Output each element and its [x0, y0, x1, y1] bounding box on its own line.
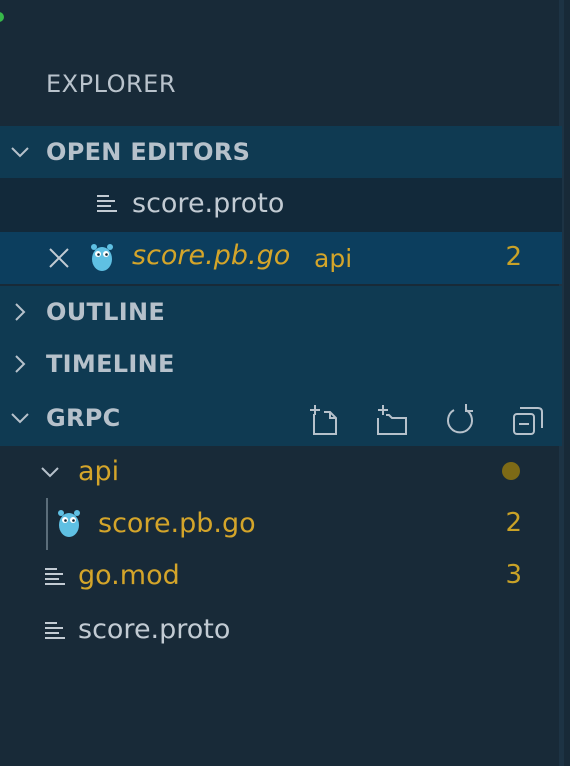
folder-name: api: [78, 456, 120, 487]
lines-icon: [44, 566, 66, 588]
status-dot: [0, 12, 4, 22]
chevron-right-icon: [10, 354, 30, 374]
file-name: score.pb.go: [132, 240, 291, 271]
open-editor-item-selected[interactable]: score.pb.go api 2: [0, 232, 562, 284]
tree-file-item[interactable]: score.proto: [0, 604, 562, 658]
section-label: GRPC: [46, 404, 121, 432]
close-icon[interactable]: [48, 247, 70, 269]
section-open-editors[interactable]: OPEN EDITORS: [0, 126, 562, 178]
section-label: TIMELINE: [46, 350, 175, 378]
problems-count: 2: [505, 508, 522, 538]
file-name: go.mod: [78, 560, 180, 591]
file-name: score.pb.go: [98, 508, 256, 539]
explorer-sidebar: EXPLORER OPEN EDITORS score.proto score.…: [0, 0, 570, 766]
chevron-down-icon: [10, 142, 30, 162]
gopher-icon: [57, 508, 81, 538]
section-label: OUTLINE: [46, 298, 166, 326]
section-label: OPEN EDITORS: [46, 138, 251, 166]
new-file-icon[interactable]: [308, 404, 340, 436]
tree-file-item[interactable]: score.pb.go 2: [0, 498, 562, 550]
file-description: api: [314, 244, 353, 273]
section-grpc[interactable]: GRPC: [0, 390, 562, 446]
chevron-right-icon: [10, 302, 30, 322]
section-outline[interactable]: OUTLINE: [0, 286, 562, 338]
gopher-icon: [90, 242, 114, 272]
refresh-icon[interactable]: [444, 404, 476, 436]
collapse-all-icon[interactable]: [512, 404, 544, 436]
problems-count: 3: [505, 560, 522, 590]
file-name: score.proto: [78, 614, 231, 645]
chevron-down-icon: [10, 408, 30, 428]
chevron-down-icon: [40, 462, 60, 482]
lines-icon: [96, 193, 118, 215]
section-timeline[interactable]: TIMELINE: [0, 338, 562, 390]
modified-indicator: [502, 462, 520, 480]
problems-count: 2: [505, 242, 522, 272]
folder-item[interactable]: api: [0, 446, 562, 498]
new-folder-icon[interactable]: [376, 404, 408, 436]
explorer-title: EXPLORER: [46, 70, 176, 98]
file-name: score.proto: [132, 188, 285, 219]
tree-file-item[interactable]: go.mod 3: [0, 550, 562, 604]
open-editor-item[interactable]: score.proto: [0, 178, 562, 232]
lines-icon: [44, 620, 66, 642]
